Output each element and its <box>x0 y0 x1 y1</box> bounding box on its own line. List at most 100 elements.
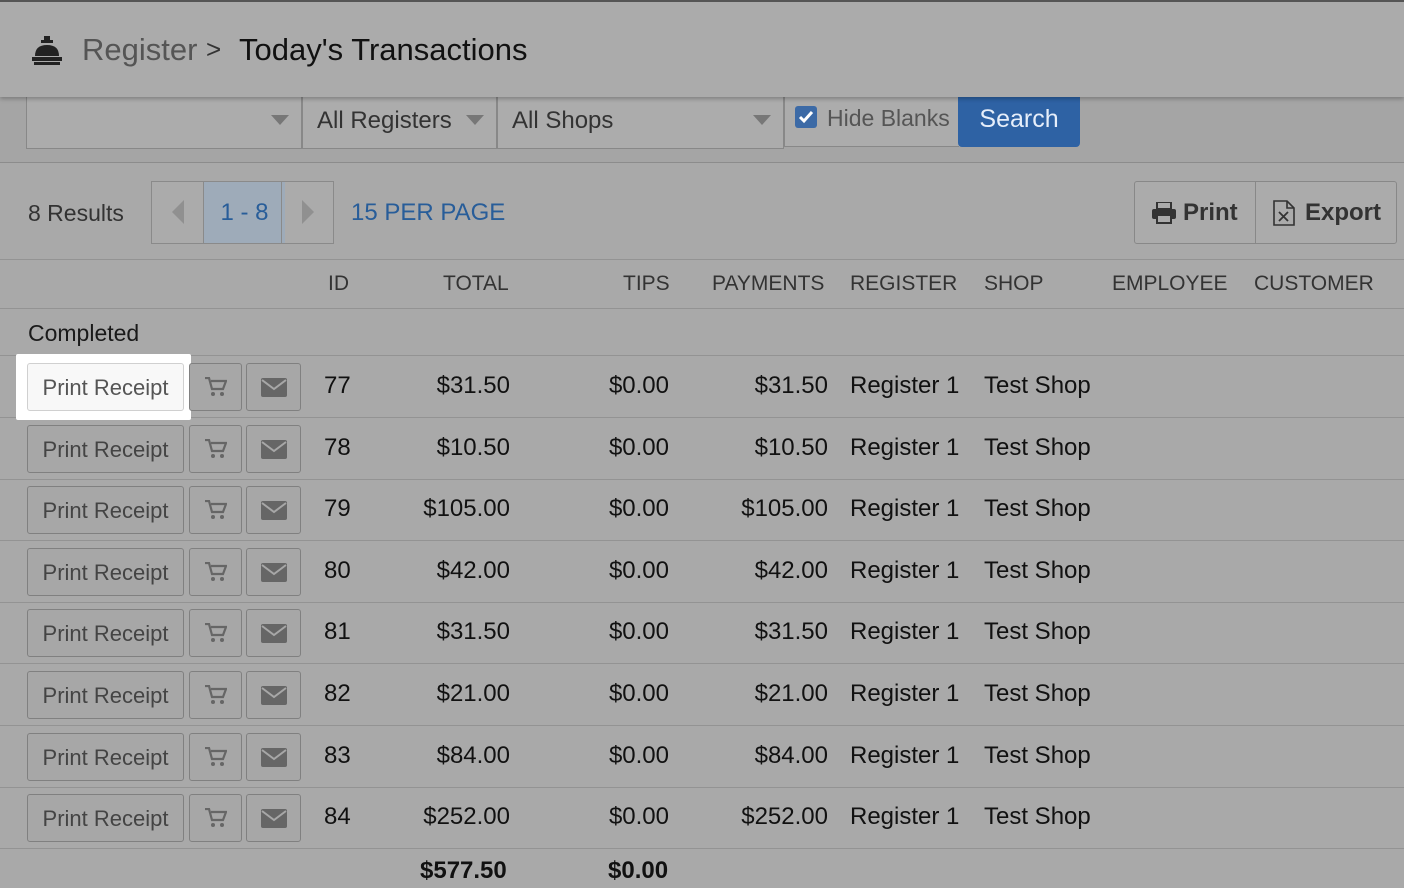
envelope-icon <box>261 624 287 644</box>
cell-total: $10.50 <box>436 433 510 461</box>
print-receipt-button[interactable]: Print Receipt <box>27 424 184 473</box>
cart-icon <box>205 561 227 581</box>
email-receipt-button[interactable] <box>246 671 301 719</box>
cell-id[interactable]: 79 <box>324 495 351 523</box>
registers-select-value: All Registers <box>317 107 452 134</box>
open-in-register-button[interactable] <box>189 794 242 843</box>
print-receipt-button[interactable]: Print Receipt <box>27 732 184 781</box>
cell-shop: Test Shop <box>984 741 1091 769</box>
envelope-icon <box>261 562 287 582</box>
email-receipt-button[interactable] <box>246 424 301 473</box>
email-receipt-button[interactable] <box>246 609 301 658</box>
column-header-payments[interactable]: PAYMENTS <box>712 272 824 296</box>
cell-total: $42.00 <box>436 556 510 584</box>
previous-page-button[interactable] <box>152 182 204 243</box>
cell-register: Register 1 <box>850 372 960 399</box>
email-receipt-button[interactable] <box>246 732 301 781</box>
cell-register: Register 1 <box>850 803 960 831</box>
cell-payments: $31.50 <box>754 372 828 399</box>
export-button[interactable]: Export <box>1256 182 1396 243</box>
cell-id[interactable]: 78 <box>324 434 351 462</box>
table-row: Print Receipt 79 $105.00 $0.00 $105.00 Regist… <box>0 479 1404 542</box>
hide-blanks-checkbox[interactable] <box>795 106 817 128</box>
envelope-icon <box>261 809 287 829</box>
cell-register: Register 1 <box>850 680 960 707</box>
export-button-group: Print Export <box>1134 181 1397 244</box>
cart-icon <box>205 500 227 520</box>
email-receipt-button[interactable] <box>246 794 301 843</box>
open-in-register-button[interactable] <box>189 609 242 658</box>
cell-tips: $0.00 <box>608 618 669 646</box>
filter-select[interactable] <box>26 97 302 149</box>
cell-payments: $252.00 <box>741 803 828 831</box>
column-header-tips[interactable]: TIPS <box>623 272 670 296</box>
table-row: Print Receipt 84 $252.00 $0.00 $252.00 Regist… <box>0 787 1404 850</box>
open-in-register-button[interactable] <box>189 486 242 535</box>
cell-register: Register 1 <box>850 495 960 523</box>
cart-icon <box>205 746 227 766</box>
column-header-shop[interactable]: SHOP <box>984 272 1044 296</box>
breadcrumb-register-link[interactable]: Register <box>82 32 197 68</box>
print-receipt-button[interactable]: Print Receipt <box>27 363 184 411</box>
next-page-button[interactable] <box>281 182 333 243</box>
cell-shop: Test Shop <box>984 372 1091 399</box>
cell-tips: $0.00 <box>608 803 669 831</box>
print-receipt-button[interactable]: Print Receipt <box>27 609 184 658</box>
cell-id[interactable]: 83 <box>324 742 351 770</box>
column-header-customer[interactable]: CUSTOMER <box>1254 272 1374 296</box>
cart-icon <box>205 623 227 643</box>
envelope-icon <box>261 439 287 459</box>
cell-shop: Test Shop <box>984 495 1091 523</box>
search-button[interactable]: Search <box>958 97 1080 147</box>
shops-select-value: All Shops <box>512 107 614 134</box>
cart-icon <box>205 438 227 458</box>
column-header-register[interactable]: REGISTER <box>850 272 957 296</box>
per-page-selector[interactable]: 15 PER PAGE <box>351 199 505 227</box>
cell-id[interactable]: 81 <box>324 618 351 646</box>
column-header-employee[interactable]: EMPLOYEE <box>1112 272 1228 296</box>
cell-total: $252.00 <box>423 803 510 831</box>
cell-register: Register 1 <box>850 433 960 461</box>
cell-tips: $0.00 <box>608 495 669 523</box>
open-in-register-button[interactable] <box>189 424 242 473</box>
current-page-range[interactable]: 1 - 8 <box>204 182 285 243</box>
results-toolbar: 8 Results 1 - 8 15 PER PAGE Print Export <box>0 164 1404 260</box>
table-header: ID TOTAL TIPS PAYMENTS REGISTER SHOP EMP… <box>0 260 1404 309</box>
registers-select[interactable]: All Registers <box>302 97 497 149</box>
print-receipt-button[interactable]: Print Receipt <box>27 547 184 596</box>
open-in-register-button[interactable] <box>189 671 242 719</box>
chevron-down-icon <box>466 115 484 125</box>
cell-shop: Test Shop <box>984 556 1091 584</box>
open-in-register-button[interactable] <box>189 547 242 596</box>
cell-id[interactable]: 84 <box>324 803 351 831</box>
email-receipt-button[interactable] <box>246 363 301 411</box>
cart-icon <box>205 377 227 396</box>
cell-total: $21.00 <box>436 680 510 707</box>
print-receipt-button[interactable]: Print Receipt <box>27 794 184 843</box>
printer-icon <box>1152 202 1176 224</box>
email-receipt-button[interactable] <box>246 547 301 596</box>
cell-register: Register 1 <box>850 618 960 646</box>
email-receipt-button[interactable] <box>246 486 301 535</box>
export-button-label: Export <box>1305 199 1382 226</box>
cell-payments: $31.50 <box>754 618 828 646</box>
cell-id[interactable]: 80 <box>324 557 351 585</box>
shops-select[interactable]: All Shops <box>497 97 784 149</box>
open-in-register-button[interactable] <box>189 732 242 781</box>
print-button[interactable]: Print <box>1135 182 1256 243</box>
checkmark-icon <box>798 111 814 124</box>
hide-blanks-toggle[interactable]: Hide Blanks <box>784 97 959 147</box>
column-header-total[interactable]: TOTAL <box>443 272 509 296</box>
column-header-id[interactable]: ID <box>328 272 349 296</box>
cell-total: $105.00 <box>423 495 510 523</box>
envelope-icon <box>261 378 287 397</box>
table-row: Print Receipt 83 $84.00 $0.00 $84.00 Register… <box>0 726 1404 788</box>
print-receipt-button[interactable]: Print Receipt <box>27 486 184 535</box>
group-title-completed: Completed <box>28 320 140 346</box>
cell-register: Register 1 <box>850 741 960 769</box>
cell-id[interactable]: 77 <box>324 372 351 400</box>
print-receipt-button[interactable]: Print Receipt <box>27 671 184 719</box>
open-in-register-button[interactable] <box>189 363 242 411</box>
cell-id[interactable]: 82 <box>324 680 351 708</box>
print-button-label: Print <box>1183 199 1238 226</box>
